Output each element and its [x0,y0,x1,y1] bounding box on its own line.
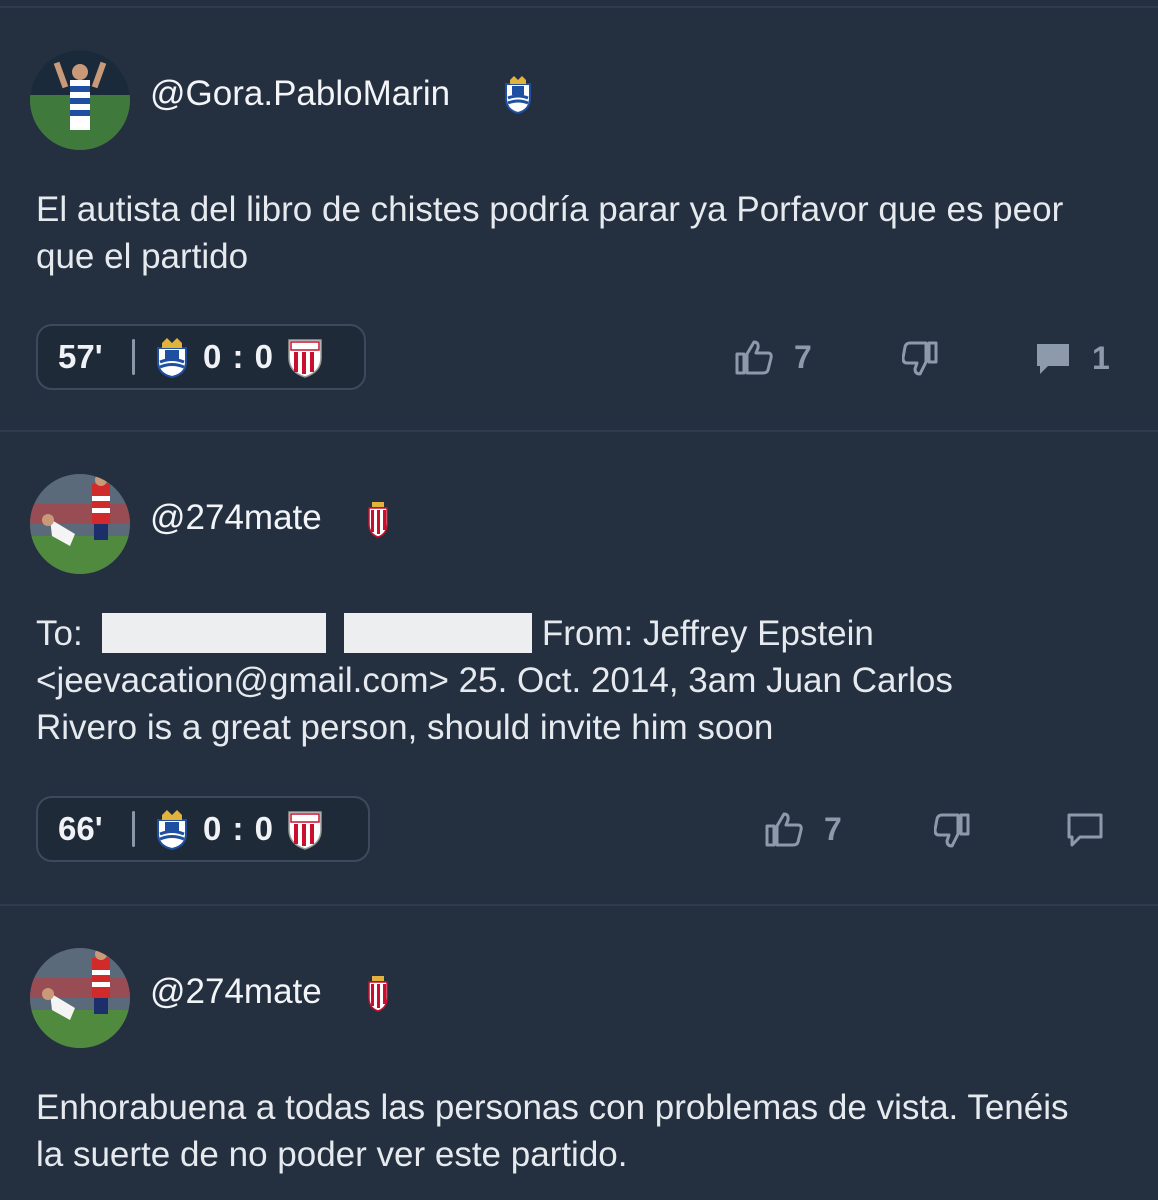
real-sociedad-crest-icon [157,810,187,850]
thumbs-down-icon [934,813,970,848]
redaction-bar [102,613,327,653]
athletic-club-crest-icon [288,339,322,378]
comment-button[interactable]: 1 [1034,340,1110,377]
post-3: @274mate Enhorabuena a todas las persona… [0,904,1158,1200]
post-text: Enhorabuena a todas las personas con pro… [36,1088,1069,1174]
avatar[interactable] [30,50,130,150]
like-button[interactable]: 7 [764,810,842,848]
avatar-image [30,50,130,150]
match-score-pill[interactable]: 57' 0 : 0 [36,324,366,390]
avatar-image [30,474,130,574]
separator [132,339,135,375]
post-text: To: From: Jeffrey Epstein <jeevacation@g… [36,610,1126,751]
post-text-line3: Rivero is a great person, should invite … [36,708,774,747]
post-text-line2: <jeevacation@gmail.com> 25. Oct. 2014, 3… [36,661,953,700]
comment-icon [1037,343,1069,374]
match-score-pill[interactable]: 66' 0 : 0 [36,796,370,862]
like-button[interactable]: 7 [734,338,812,376]
post-1: @Gora.PabloMarin El autista del libro de… [0,0,1158,430]
athletic-club-crest-icon [288,811,322,850]
avatar[interactable] [30,474,130,574]
real-sociedad-crest-icon [505,76,531,114]
match-score: 0 : 0 [203,810,275,847]
match-minute: 57' [58,338,103,375]
post-2: @274mate To: From: Jeffrey Epstein <jeev… [0,430,1158,904]
match-score: 0 : 0 [203,338,275,375]
post-text-line1: From: Jeffrey Epstein [541,614,874,653]
comment-outline-icon [1067,813,1103,847]
username[interactable]: @274mate [150,972,322,1012]
sporting-gijon-crest-icon [368,976,388,1012]
thumbs-down-icon [902,341,938,376]
username[interactable]: @274mate [150,498,322,538]
comment-count: 1 [1092,340,1110,376]
dislike-button[interactable] [902,340,942,378]
redaction-bar [344,613,533,653]
post-text-to: To: [36,614,83,653]
dislike-button[interactable] [934,812,974,850]
avatar[interactable] [30,948,130,1048]
match-minute: 66' [58,810,103,847]
sporting-gijon-crest-icon [368,502,388,538]
username[interactable]: @Gora.PabloMarin [150,74,450,114]
separator [132,811,135,847]
comment-button[interactable] [1066,812,1104,848]
like-count: 7 [824,810,842,847]
thumbs-up-icon [735,340,773,375]
avatar-image [30,948,130,1048]
real-sociedad-crest-icon [157,338,187,378]
post-text: El autista del libro de chistes podría p… [36,190,1064,276]
like-count: 7 [794,338,812,375]
thumbs-up-icon [765,812,803,847]
